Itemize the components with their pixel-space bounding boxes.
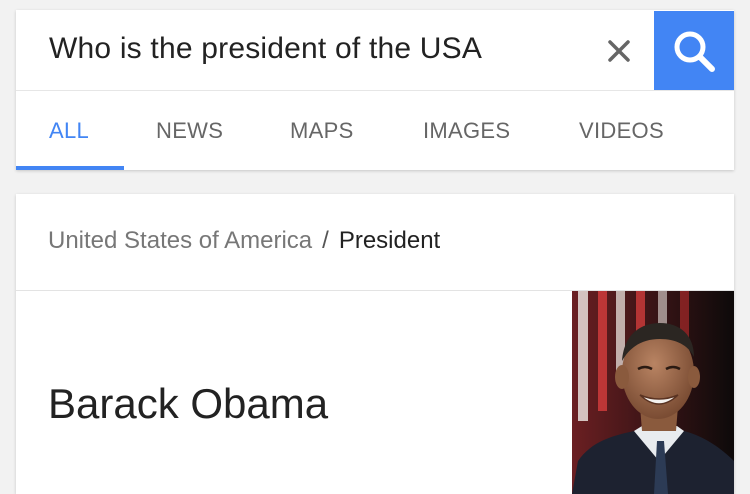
tab-images[interactable]: IMAGES (423, 91, 510, 170)
search-tabs: ALL NEWS MAPS IMAGES VIDEOS (16, 91, 734, 170)
portrait-photo[interactable] (572, 291, 734, 494)
breadcrumb-current: President (338, 227, 441, 254)
answer-card: United States of America / President Barac… (16, 194, 734, 494)
search-icon (674, 31, 715, 72)
portrait-image (572, 291, 734, 494)
tab-maps[interactable]: MAPS (290, 91, 354, 170)
breadcrumb-parent[interactable]: United States of America (48, 227, 312, 254)
tab-videos[interactable]: VIDEOS (579, 91, 664, 170)
breadcrumb-separator: / (322, 227, 329, 254)
close-icon (608, 40, 630, 62)
search-bar: Who is the president of the USA (16, 10, 734, 91)
clear-button[interactable] (602, 34, 636, 68)
answer-title: Barack Obama (48, 380, 329, 427)
tab-all[interactable]: ALL (49, 91, 89, 170)
search-input[interactable]: Who is the president of the USA (49, 32, 482, 66)
tab-news[interactable]: NEWS (156, 91, 223, 170)
search-button[interactable] (654, 11, 734, 91)
active-tab-indicator (16, 166, 124, 170)
search-card: Who is the president of the USA ALL NEWS… (16, 10, 734, 170)
breadcrumb: United States of America / President (48, 227, 440, 255)
